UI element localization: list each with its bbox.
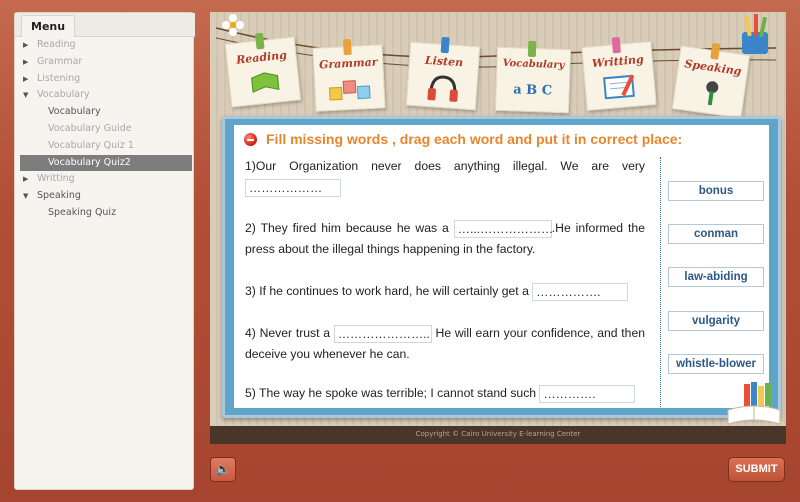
abc-icon: a B C: [512, 82, 553, 99]
sidebar-item-speaking-quiz[interactable]: Speaking Quiz: [20, 205, 192, 222]
chevron-down-icon: ▼: [23, 192, 29, 201]
book-icon: [249, 69, 281, 94]
question-1: 1)Our Organization never does anything i…: [245, 156, 645, 198]
draggable-word-conman[interactable]: conman: [668, 224, 764, 244]
nav-card-label: Reading: [235, 48, 288, 67]
question-text: 4) Never trust a: [245, 326, 331, 340]
sidebar-item-writting[interactable]: ▶ Writting: [20, 171, 192, 188]
sidebar-item-grammar[interactable]: ▶ Grammar: [20, 54, 192, 71]
letter-blocks-icon: [327, 74, 374, 104]
chevron-right-icon: ▶: [23, 175, 29, 184]
clothespin-icon: [611, 36, 621, 54]
books-icon: [724, 380, 784, 428]
nav-card-reading[interactable]: Reading: [224, 32, 302, 108]
question-text: 1)Our Organization never does anything i…: [245, 159, 645, 173]
clothespin-icon: [710, 42, 721, 60]
question-4: 4) Never trust a ………………….. He will earn …: [245, 323, 645, 365]
sidebar-item-label: Vocabulary: [37, 89, 90, 101]
sidebar-item-label: Vocabulary: [48, 106, 101, 118]
answer-drop-slot-5[interactable]: ………….: [539, 384, 636, 403]
copyright-text: Copyright © Cairo University E-learning …: [415, 430, 581, 438]
sidebar-item-speaking[interactable]: ▼ Speaking: [20, 188, 192, 205]
quiz-board: Fill missing words , drag each word and …: [222, 116, 781, 418]
flower-decoration-icon: [222, 14, 244, 36]
draggable-word-vulgarity[interactable]: vulgarity: [668, 311, 764, 331]
sidebar-item-reading[interactable]: ▶ Reading: [20, 37, 192, 54]
clothespin-icon: [254, 32, 265, 50]
nav-card-listen[interactable]: Listen: [405, 36, 481, 111]
answer-drop-slot-1[interactable]: ………………: [245, 178, 341, 197]
clothespin-icon: [440, 36, 450, 54]
sidebar-item-vocabulary-quiz-2[interactable]: Vocabulary Quiz2: [20, 154, 192, 172]
sidebar-item-vocabulary-lesson[interactable]: Vocabulary: [20, 104, 192, 121]
clothespin-icon: [342, 38, 352, 56]
sidebar-item-label: Speaking: [37, 190, 81, 202]
answer-drop-slot-2[interactable]: …...………………: [453, 219, 553, 238]
clothespin-icon: [527, 40, 537, 58]
sidebar: Menu ▶ Reading ▶ Grammar ▶ Listening ▼ V…: [14, 12, 195, 490]
draggable-word-law-abiding[interactable]: law-abiding: [668, 267, 764, 287]
sidebar-item-vocabulary-guide[interactable]: Vocabulary Guide: [20, 121, 192, 138]
nav-card-label: Writting: [591, 52, 645, 71]
sidebar-item-label: Grammar: [37, 55, 83, 67]
menu-tab[interactable]: Menu: [21, 15, 76, 37]
sidebar-item-label: Vocabulary Quiz2: [48, 156, 131, 168]
sidebar-item-listening[interactable]: ▶ Listening: [20, 71, 192, 88]
notebook-icon: [601, 71, 639, 102]
question-text: 2) They fired him because he was a: [245, 221, 449, 235]
question-list: 1)Our Organization never does anything i…: [234, 125, 664, 408]
question-text: 3) If he continues to work hard, he will…: [245, 284, 529, 298]
nav-card-speaking[interactable]: Speaking: [671, 42, 751, 119]
word-bank-divider: [660, 157, 661, 407]
headphones-icon: [425, 72, 461, 104]
sidebar-item-label: Listening: [37, 72, 81, 84]
question-3: 3) If he continues to work hard, he will…: [245, 281, 645, 302]
question-text: 5) The way he spoke was terrible; I cann…: [245, 386, 537, 400]
submit-button[interactable]: SUBMIT: [728, 457, 785, 482]
sidebar-item-label: Reading: [37, 39, 76, 50]
sidebar-item-label: Speaking Quiz: [48, 206, 117, 218]
chevron-right-icon: ▶: [23, 57, 29, 66]
sidebar-item-label: Vocabulary Quiz 1: [48, 139, 134, 151]
nav-card-label: Speaking: [683, 57, 743, 79]
microphone-icon: [697, 78, 725, 111]
chevron-down-icon: ▼: [23, 91, 29, 100]
nav-card-writting[interactable]: Writting: [581, 36, 657, 111]
sidebar-item-vocabulary-quiz-1[interactable]: Vocabulary Quiz 1: [20, 138, 192, 155]
nav-card-grammar[interactable]: Grammar: [312, 38, 386, 112]
nav-card-label: Listen: [424, 53, 464, 70]
question-5: 5) The way he spoke was terrible; I cann…: [245, 383, 645, 404]
sidebar-item-label: Vocabulary Guide: [48, 122, 132, 134]
answer-drop-slot-3[interactable]: …………….: [532, 282, 629, 301]
pencil-cup-icon: [736, 14, 776, 58]
nav-card-vocabulary[interactable]: Vocabulary a B C: [494, 40, 572, 114]
nav-card-label: Vocabulary: [502, 57, 565, 72]
quiz-panel: Fill missing words , drag each word and …: [234, 125, 769, 408]
chevron-right-icon: ▶: [23, 74, 29, 83]
sidebar-item-label: Writting: [37, 173, 75, 185]
menu-header: Menu: [15, 13, 195, 37]
answer-drop-slot-4[interactable]: …………………..: [333, 324, 432, 343]
nav-card-label: Grammar: [318, 55, 378, 72]
speaker-icon: 🔈: [215, 462, 231, 476]
draggable-word-bonus[interactable]: bonus: [668, 181, 764, 201]
chevron-right-icon: ▶: [23, 41, 29, 49]
menu-list: ▶ Reading ▶ Grammar ▶ Listening ▼ Vocabu…: [20, 37, 192, 222]
sidebar-item-vocabulary[interactable]: ▼ Vocabulary: [20, 87, 192, 104]
audio-button[interactable]: 🔈: [210, 457, 236, 482]
question-2: 2) They fired him because he was a …...……: [245, 218, 645, 260]
draggable-word-whistle-blower[interactable]: whistle-blower: [668, 354, 764, 374]
